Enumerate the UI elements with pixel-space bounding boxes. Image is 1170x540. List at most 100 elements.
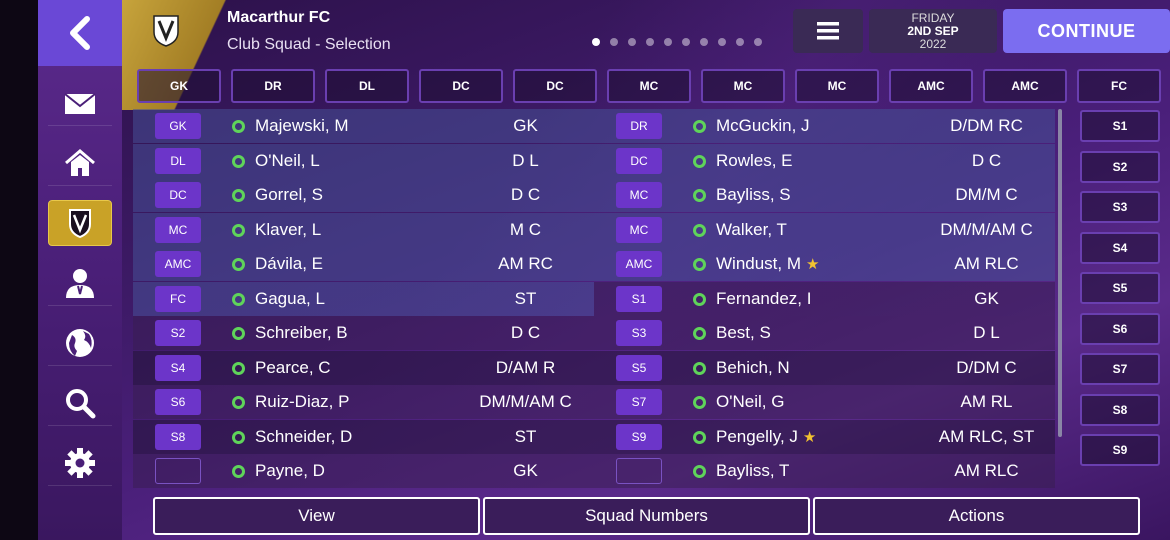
player-cell[interactable]: DL O'Neil, L D L — [133, 144, 594, 178]
position-badge[interactable] — [616, 458, 662, 484]
player-cell[interactable]: DR McGuckin, J D/DM RC — [594, 109, 1055, 143]
position-slot[interactable]: AMC — [983, 69, 1067, 103]
player-cell[interactable]: S4 Pearce, C D/AM R — [133, 351, 594, 385]
position-badge[interactable]: S9 — [616, 424, 662, 450]
position-badge[interactable]: DR — [616, 113, 662, 139]
position-badge[interactable]: MC — [155, 217, 201, 243]
position-badge[interactable]: S6 — [155, 389, 201, 415]
page-indicator[interactable] — [592, 38, 762, 46]
position-slot[interactable]: DL — [325, 69, 409, 103]
page-dot[interactable] — [664, 38, 672, 46]
position-badge[interactable]: S7 — [616, 389, 662, 415]
player-name[interactable]: Windust, M ★ — [716, 254, 819, 274]
position-slot[interactable]: GK — [137, 69, 221, 103]
player-cell[interactable]: MC Walker, T DM/M/AM C — [594, 213, 1055, 247]
player-cell[interactable]: Payne, D GK — [133, 454, 594, 488]
sidebar-item-home[interactable] — [48, 140, 112, 186]
player-cell[interactable]: S8 Schneider, D ST — [133, 420, 594, 454]
position-badge[interactable]: AMC — [616, 251, 662, 277]
player-cell[interactable]: GK Majewski, M GK — [133, 109, 594, 143]
player-cell[interactable]: S9 Pengelly, J ★ AM RLC, ST — [594, 420, 1055, 454]
player-cell[interactable]: Bayliss, T AM RLC — [594, 454, 1055, 488]
player-name[interactable]: Gorrel, S — [255, 185, 323, 205]
position-badge[interactable]: DL — [155, 148, 201, 174]
player-cell[interactable]: S2 Schreiber, B D C — [133, 316, 594, 350]
player-name[interactable]: Behich, N — [716, 358, 790, 378]
player-name[interactable]: Fernandez, I — [716, 289, 811, 309]
sidebar-item-staff[interactable] — [48, 260, 112, 306]
page-dot[interactable] — [610, 38, 618, 46]
sub-slot[interactable]: S1 — [1080, 110, 1160, 142]
position-badge[interactable]: MC — [616, 217, 662, 243]
position-slot[interactable]: AMC — [889, 69, 973, 103]
player-name[interactable]: Bayliss, S — [716, 185, 791, 205]
player-name[interactable]: Best, S — [716, 323, 771, 343]
player-cell[interactable]: DC Rowles, E D C — [594, 144, 1055, 178]
player-name[interactable]: Bayliss, T — [716, 461, 789, 481]
sub-slot[interactable]: S2 — [1080, 150, 1160, 183]
position-badge[interactable] — [155, 458, 201, 484]
player-name[interactable]: Ruiz-Diaz, P — [255, 392, 349, 412]
player-cell[interactable]: S3 Best, S D L — [594, 316, 1055, 350]
page-dot[interactable] — [628, 38, 636, 46]
actions-button[interactable]: Actions — [813, 497, 1140, 535]
position-badge[interactable]: FC — [155, 286, 201, 312]
page-dot[interactable] — [718, 38, 726, 46]
player-name[interactable]: Klaver, L — [255, 220, 321, 240]
sidebar-item-search[interactable] — [48, 380, 112, 426]
sub-slot[interactable]: S3 — [1080, 191, 1160, 223]
date-display[interactable]: FRIDAY 2ND SEP 2022 — [869, 9, 997, 53]
player-cell[interactable]: AMC Windust, M ★ AM RLC — [594, 247, 1055, 281]
position-slot[interactable]: DC — [419, 69, 503, 103]
player-name[interactable]: Gagua, L — [255, 289, 325, 309]
position-badge[interactable]: AMC — [155, 251, 201, 277]
sub-slot[interactable]: S5 — [1080, 272, 1160, 304]
position-slot[interactable]: MC — [701, 69, 785, 103]
sidebar-item-world[interactable] — [48, 320, 112, 366]
player-name[interactable]: Schreiber, B — [255, 323, 348, 343]
player-name[interactable]: Rowles, E — [716, 151, 793, 171]
page-dot[interactable] — [700, 38, 708, 46]
position-slot[interactable]: DR — [231, 69, 315, 103]
player-cell[interactable]: S5 Behich, N D/DM C — [594, 351, 1055, 385]
position-badge[interactable]: MC — [616, 182, 662, 208]
squad-numbers-button[interactable]: Squad Numbers — [483, 497, 810, 535]
position-badge[interactable]: S8 — [155, 424, 201, 450]
menu-button[interactable] — [793, 9, 863, 53]
position-badge[interactable]: S4 — [155, 355, 201, 381]
page-dot[interactable] — [754, 38, 762, 46]
player-name[interactable]: Pearce, C — [255, 358, 331, 378]
player-name[interactable]: McGuckin, J — [716, 116, 810, 136]
position-slot[interactable]: MC — [607, 69, 691, 103]
sidebar-item-club[interactable] — [48, 200, 112, 246]
player-name[interactable]: Dávila, E — [255, 254, 323, 274]
player-cell[interactable]: MC Klaver, L M C — [133, 213, 594, 247]
position-badge[interactable]: DC — [155, 182, 201, 208]
position-badge[interactable]: S5 — [616, 355, 662, 381]
page-dot[interactable] — [736, 38, 744, 46]
scrollbar[interactable] — [1058, 109, 1062, 437]
back-button[interactable] — [38, 0, 122, 66]
player-cell[interactable]: AMC Dávila, E AM RC — [133, 247, 594, 281]
player-cell[interactable]: FC Gagua, L ST — [133, 282, 594, 316]
sub-slot[interactable]: S4 — [1080, 231, 1160, 264]
player-cell[interactable]: S6 Ruiz-Diaz, P DM/M/AM C — [133, 385, 594, 419]
continue-button[interactable]: CONTINUE — [1003, 9, 1170, 53]
player-name[interactable]: Payne, D — [255, 461, 325, 481]
sub-slot[interactable]: S8 — [1080, 393, 1160, 426]
player-cell[interactable]: MC Bayliss, S DM/M C — [594, 178, 1055, 212]
player-cell[interactable]: DC Gorrel, S D C — [133, 178, 594, 212]
position-slot[interactable]: MC — [795, 69, 879, 103]
player-name[interactable]: O'Neil, G — [716, 392, 784, 412]
position-badge[interactable]: S2 — [155, 320, 201, 346]
player-cell[interactable]: S1 Fernandez, I GK — [594, 282, 1055, 316]
position-badge[interactable]: DC — [616, 148, 662, 174]
position-badge[interactable]: S1 — [616, 286, 662, 312]
page-dot[interactable] — [646, 38, 654, 46]
player-name[interactable]: Walker, T — [716, 220, 787, 240]
player-name[interactable]: Majewski, M — [255, 116, 349, 136]
player-name[interactable]: Pengelly, J ★ — [716, 427, 816, 447]
player-name[interactable]: O'Neil, L — [255, 151, 320, 171]
sub-slot[interactable]: S7 — [1080, 353, 1160, 385]
player-name[interactable]: Schneider, D — [255, 427, 352, 447]
